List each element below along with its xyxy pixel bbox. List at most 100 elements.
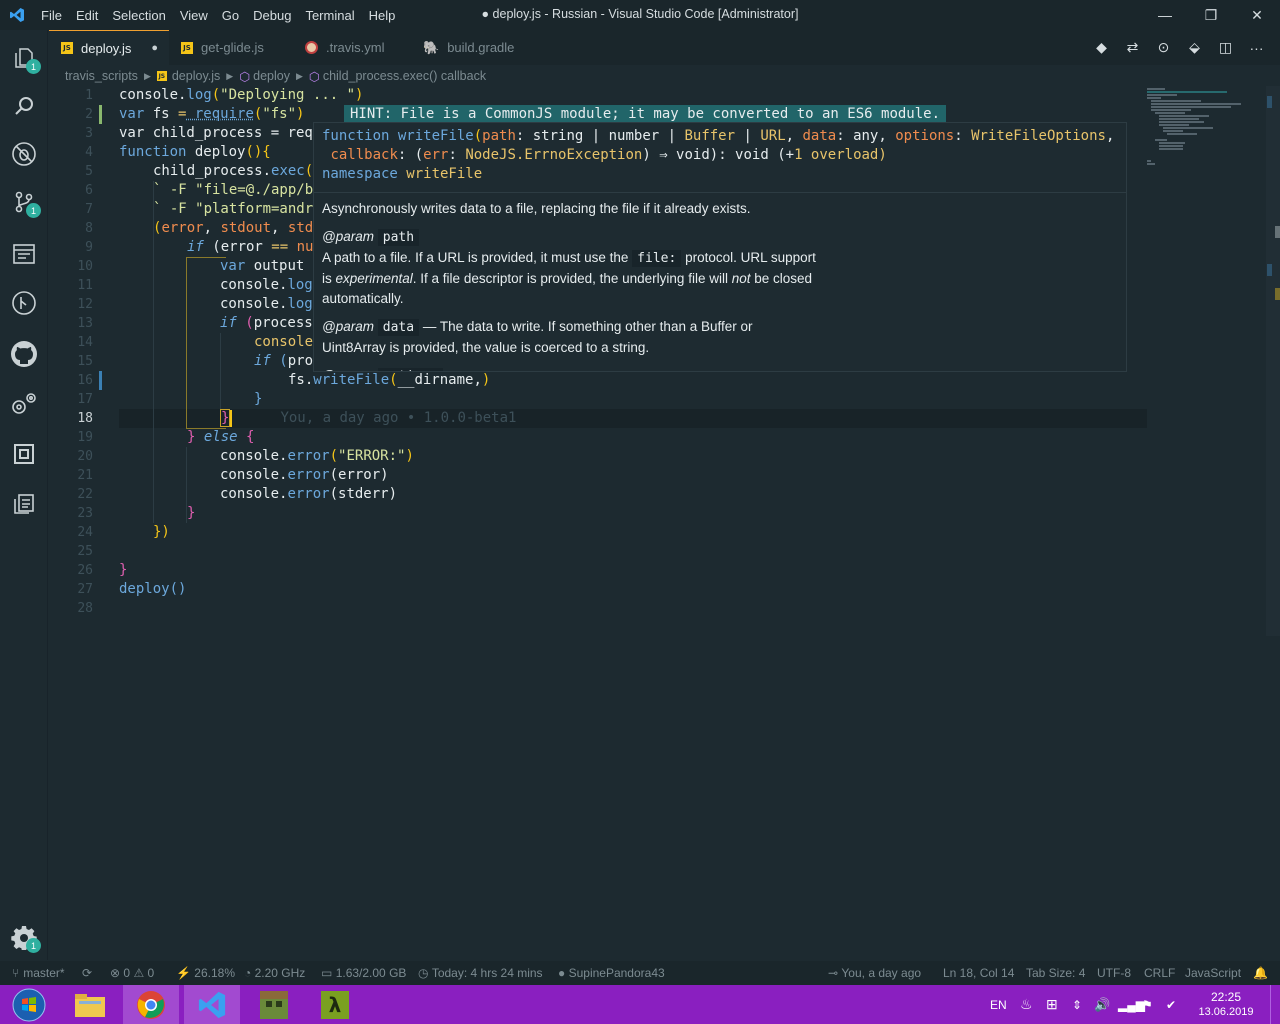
git-branch-icon[interactable]: ⬙ [1179, 39, 1210, 56]
language-indicator[interactable]: EN [990, 985, 1007, 1024]
tray-app-icon[interactable]: ⊞ [1046, 985, 1058, 1024]
remote-settings-icon[interactable] [0, 380, 48, 428]
chevron-right-icon: ▶ [226, 70, 234, 81]
more-actions-icon[interactable]: ··· [1241, 40, 1272, 56]
breadcrumb-function[interactable]: deploy [253, 69, 290, 83]
manage-gear-icon[interactable]: 1 [0, 913, 48, 961]
minimap[interactable] [1147, 86, 1280, 960]
menu-edit[interactable]: Edit [69, 8, 105, 23]
editor-actions: ◆ ⇄ ⊙ ⬙ ◫ ··· [1086, 30, 1272, 65]
hover-signature: function writeFile(path: string | number… [314, 123, 1126, 193]
line-number: 10 [77, 259, 93, 274]
tab-deploy-js[interactable]: JS deploy.js ● [49, 30, 169, 65]
code-line: console [254, 334, 314, 350]
toggle-blame-icon[interactable]: ⊙ [1148, 39, 1179, 56]
cursor-position[interactable]: Ln 18, Col 14 [943, 961, 1014, 985]
activity-bar: 1 1 1 [0, 30, 48, 960]
line-number: 24 [77, 525, 93, 540]
line-number: 7 [85, 202, 93, 217]
vscode-taskbar-icon[interactable] [184, 985, 240, 1024]
menu-view[interactable]: View [173, 8, 215, 23]
code-line: console.error("ERROR:") [220, 448, 414, 464]
cpu-status: ⚡ 26.18% [176, 966, 235, 980]
steam-icon[interactable]: ♨ [1020, 985, 1033, 1024]
line-number: 14 [77, 335, 93, 350]
clock[interactable]: 22:25 13.06.2019 [1198, 985, 1254, 1024]
chrome-icon[interactable] [123, 985, 179, 1024]
line-ending[interactable]: CRLF [1144, 961, 1175, 985]
security-icon[interactable]: ✔ [1166, 985, 1176, 1024]
show-hidden-icons-icon[interactable]: ⇕ [1072, 985, 1082, 1024]
live-share-icon[interactable] [0, 430, 48, 478]
tab-build-gradle[interactable]: 🐘 build.gradle [411, 30, 536, 65]
menu-file[interactable]: File [34, 8, 69, 23]
line-number: 11 [77, 278, 93, 293]
gradle-icon: 🐘 [423, 39, 440, 55]
show-desktop-button[interactable] [1270, 985, 1280, 1024]
indent-guide-active [186, 257, 187, 428]
line-number: 9 [85, 240, 93, 255]
hover-tooltip: function writeFile(path: string | number… [313, 122, 1127, 372]
gitlens-icon[interactable] [0, 279, 48, 327]
close-icon[interactable]: ✕ [1234, 0, 1280, 30]
code-line: } [187, 505, 196, 521]
menu-debug[interactable]: Debug [246, 8, 298, 23]
menu-go[interactable]: Go [215, 8, 246, 23]
js-icon: JS [61, 42, 73, 54]
file-explorer-icon[interactable] [62, 985, 118, 1024]
breadcrumb-file[interactable]: deploy.js [172, 69, 220, 83]
breadcrumb-folder[interactable]: travis_scripts [65, 69, 138, 83]
problems-status[interactable]: ⊗ 0 ⚠ 0 [110, 961, 154, 985]
vscode-logo-icon [0, 0, 34, 30]
modified-dot-icon[interactable]: ● [151, 42, 158, 54]
volume-icon[interactable]: 🔊 [1094, 985, 1110, 1024]
start-button[interactable] [0, 985, 58, 1024]
search-icon[interactable] [0, 82, 48, 130]
restore-icon[interactable]: ❐ [1188, 0, 1234, 30]
code-line: var output [220, 258, 305, 274]
action-center-flag-icon[interactable]: ⚑ [1142, 985, 1153, 1024]
sync-icon[interactable]: ⟳ [82, 961, 92, 985]
param-data-doc: @param data — The data to write. If some… [322, 319, 753, 355]
source-control-icon[interactable]: 1 [0, 178, 48, 226]
code-line: console.log [220, 296, 313, 312]
minimize-icon[interactable]: — [1142, 0, 1188, 30]
breadcrumb-callback[interactable]: child_process.exec() callback [323, 69, 486, 83]
extensions-panel-icon[interactable] [0, 230, 48, 278]
menu-selection[interactable]: Selection [105, 8, 172, 23]
network-icon[interactable]: ▂▄▆ [1118, 985, 1145, 1024]
explorer-badge: 1 [26, 59, 41, 74]
menu-help[interactable]: Help [362, 8, 403, 23]
github-icon[interactable] [0, 330, 48, 378]
line-number: 16 [77, 373, 93, 388]
wakatime-status[interactable]: ◷ Today: 4 hrs 24 mins [418, 961, 543, 985]
tab-travis-yml[interactable]: .travis.yml [293, 30, 411, 65]
encoding[interactable]: UTF-8 [1097, 961, 1131, 985]
debug-icon[interactable] [0, 130, 48, 178]
code-line: console.log [220, 277, 313, 293]
blame-status[interactable]: ⊸ You, a day ago [828, 961, 921, 985]
lambda-app-icon[interactable]: λ [307, 985, 363, 1024]
menu-terminal[interactable]: Terminal [298, 8, 361, 23]
tab-label: .travis.yml [326, 40, 385, 55]
project-manager-icon[interactable] [0, 480, 48, 528]
scrollbar-thumb[interactable] [1266, 86, 1280, 636]
language-mode[interactable]: JavaScript [1185, 961, 1241, 985]
git-commit-icon[interactable]: ◆ [1086, 39, 1117, 56]
chevron-right-icon: ▶ [143, 70, 151, 81]
code-line: } [119, 562, 128, 578]
compare-changes-icon[interactable]: ⇄ [1117, 39, 1148, 56]
tab-get-glide-js[interactable]: JS get-glide.js [169, 30, 291, 65]
method-icon: ⬡ [239, 69, 251, 84]
branch-status[interactable]: ⑂ master* [12, 961, 65, 985]
minecraft-icon[interactable] [246, 985, 302, 1024]
code-line: } You, a day ago • 1.0.0-beta1 [220, 409, 517, 427]
github-status[interactable]: ● SupinePandora43 [558, 961, 665, 985]
tab-size[interactable]: Tab Size: 4 [1026, 961, 1085, 985]
explorer-icon[interactable]: 1 [0, 34, 48, 82]
split-editor-icon[interactable]: ◫ [1210, 39, 1241, 56]
line-number: 2 [85, 107, 93, 122]
time-icon: ◷ [418, 966, 429, 980]
line-number: 3 [85, 126, 93, 141]
notifications-bell-icon[interactable]: 🔔 [1253, 961, 1268, 985]
